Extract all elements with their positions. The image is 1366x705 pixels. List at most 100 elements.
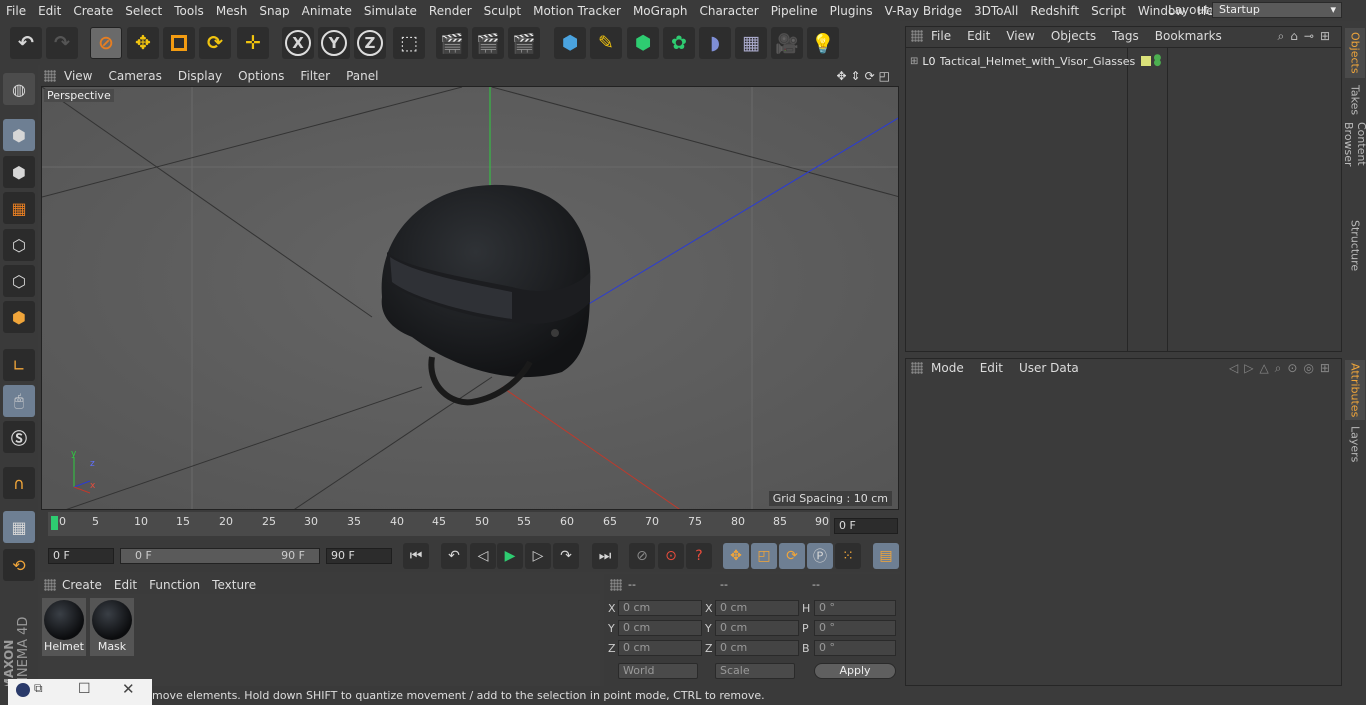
key-scale-icon[interactable]: ◰ (751, 543, 777, 569)
y-axis-lock-button[interactable]: Y (318, 27, 350, 59)
timeline-ruler[interactable]: 0 5 10 15 20 25 30 35 40 45 50 55 60 65 … (48, 512, 830, 536)
menu-snap[interactable]: Snap (253, 4, 295, 18)
viewport-nav-icons[interactable]: ✥⇕⟳◰ (836, 69, 894, 83)
visibility-dots-icon[interactable]: ● ● (1154, 54, 1162, 68)
menu-3dtoall[interactable]: 3DToAll (968, 4, 1024, 18)
previous-frame-icon[interactable]: ◁ (470, 543, 496, 569)
menu-render[interactable]: Render (423, 4, 478, 18)
attribute-menu-user-data[interactable]: User Data (1011, 361, 1087, 375)
size-mode-select[interactable]: Scale (715, 663, 795, 679)
end-frame-field[interactable]: 90 F (326, 548, 392, 564)
menu-motion-tracker[interactable]: Motion Tracker (527, 4, 627, 18)
go-to-start-icon[interactable]: ⏮ (403, 543, 429, 569)
object-menu-bookmarks[interactable]: Bookmarks (1147, 29, 1230, 43)
menu-select[interactable]: Select (119, 4, 168, 18)
planar-workplane-icon[interactable]: ⟲ (3, 549, 35, 581)
object-menu-view[interactable]: View (998, 29, 1042, 43)
object-manager-tools-icons[interactable]: ⌕⌂⊸⊞ (1278, 29, 1336, 44)
menu-mograph[interactable]: MoGraph (627, 4, 694, 18)
texture-mode-icon[interactable]: ⬢ (3, 156, 35, 188)
rotation-p-field[interactable]: 0 ° (814, 620, 896, 636)
coordinate-space-select[interactable]: World (618, 663, 698, 679)
subdivision-icon[interactable]: ⬢ (627, 27, 659, 59)
pen-spline-icon[interactable]: ✎ (590, 27, 622, 59)
go-to-end-icon[interactable]: ⏭ (592, 543, 618, 569)
position-y-field[interactable]: 0 cm (618, 620, 702, 636)
tab-attributes[interactable]: Attributes (1345, 360, 1365, 420)
menu-simulate[interactable]: Simulate (358, 4, 423, 18)
apply-button[interactable]: Apply (814, 663, 896, 679)
menu-animate[interactable]: Animate (296, 4, 358, 18)
viewport-menu-view[interactable]: View (56, 69, 100, 83)
tab-layers[interactable]: Layers (1345, 424, 1365, 464)
material-swatch[interactable]: Mask (90, 598, 134, 656)
select-tool-icon[interactable]: ⊘ (90, 27, 122, 59)
z-axis-lock-button[interactable]: Z (354, 27, 386, 59)
next-key-icon[interactable]: ↷ (553, 543, 579, 569)
menu-script[interactable]: Script (1085, 4, 1132, 18)
previous-key-icon[interactable]: ↶ (441, 543, 467, 569)
model-mode-icon[interactable]: ⬢ (3, 119, 35, 151)
menu-vray-bridge[interactable]: V-Ray Bridge (879, 4, 968, 18)
material-menu-texture[interactable]: Texture (206, 578, 262, 592)
menu-edit[interactable]: Edit (32, 4, 67, 18)
viewport-menu-cameras[interactable]: Cameras (100, 69, 169, 83)
object-menu-tags[interactable]: Tags (1104, 29, 1147, 43)
scale-tool-icon[interactable] (163, 27, 195, 59)
material-menu-edit[interactable]: Edit (108, 578, 143, 592)
menu-pipeline[interactable]: Pipeline (765, 4, 824, 18)
play-icon[interactable]: ▶ (497, 543, 523, 569)
key-pla-icon[interactable]: ⁙ (835, 543, 861, 569)
frame-range-slider[interactable]: 0 F 90 F (120, 548, 320, 564)
next-frame-icon[interactable]: ▷ (525, 543, 551, 569)
viewport[interactable]: Perspective Grid Spacing : 10 cm y z x (41, 86, 899, 510)
expand-icon[interactable]: ⊞ (910, 56, 918, 67)
viewport-camera-label[interactable]: Perspective (44, 89, 114, 102)
viewport-menu-display[interactable]: Display (170, 69, 230, 83)
material-menu-create[interactable]: Create (56, 578, 108, 592)
tab-structure[interactable]: Structure (1345, 218, 1365, 274)
maximize-icon[interactable]: ☐ (78, 681, 91, 697)
layer-color-tag[interactable] (1140, 56, 1151, 66)
transform-tool-icon[interactable]: ✛ (237, 27, 269, 59)
deformer-icon[interactable]: ◗ (699, 27, 731, 59)
key-parameter-icon[interactable]: Ⓟ (807, 543, 833, 569)
timeline-window-icon[interactable]: ▤ (873, 543, 899, 569)
keyframe-selection-icon[interactable]: ? (686, 543, 712, 569)
menu-redshift[interactable]: Redshift (1024, 4, 1085, 18)
make-editable-icon[interactable]: ◍ (3, 73, 35, 105)
restore-icon[interactable]: ⧉ (34, 681, 43, 696)
menu-file[interactable]: File (0, 4, 32, 18)
move-tool-icon[interactable]: ✥ (127, 27, 159, 59)
redo-icon[interactable]: ↷ (46, 27, 78, 59)
menu-sculpt[interactable]: Sculpt (478, 4, 527, 18)
viewport-menu-panel[interactable]: Panel (338, 69, 386, 83)
panel-grip-icon[interactable] (911, 30, 923, 42)
menu-tools[interactable]: Tools (168, 4, 210, 18)
size-y-field[interactable]: 0 cm (715, 620, 799, 636)
attribute-menu-edit[interactable]: Edit (972, 361, 1011, 375)
axis-mode-icon[interactable]: ∟ (3, 349, 35, 381)
auto-key-icon[interactable]: ⊙ (658, 543, 684, 569)
position-x-field[interactable]: 0 cm (618, 600, 702, 616)
object-menu-file[interactable]: File (923, 29, 959, 43)
menu-create[interactable]: Create (67, 4, 119, 18)
object-menu-objects[interactable]: Objects (1043, 29, 1104, 43)
render-settings-icon[interactable]: 🎬 (508, 27, 540, 59)
x-axis-lock-button[interactable]: X (282, 27, 314, 59)
undo-icon[interactable]: ↶ (10, 27, 42, 59)
edges-mode-icon[interactable]: ⬡ (3, 265, 35, 297)
panel-grip-icon[interactable] (911, 362, 923, 374)
light-icon[interactable]: 💡 (807, 27, 839, 59)
current-frame-field[interactable]: 0 F (834, 518, 898, 534)
tweak-mode-icon[interactable]: 🖱 (3, 385, 35, 417)
size-x-field[interactable]: 0 cm (715, 600, 799, 616)
tab-takes[interactable]: Takes (1345, 82, 1365, 118)
record-keys-icon[interactable]: ⊘ (629, 543, 655, 569)
rotation-h-field[interactable]: 0 ° (814, 600, 896, 616)
position-z-field[interactable]: 0 cm (618, 640, 702, 656)
panel-grip-icon[interactable] (44, 579, 56, 591)
material-swatch[interactable]: Helmet (42, 598, 86, 656)
object-row[interactable]: ⊞ L0 Tactical_Helmet_with_Visor_Glasses … (910, 51, 1342, 71)
render-picture-viewer-icon[interactable]: 🎬 (472, 27, 504, 59)
